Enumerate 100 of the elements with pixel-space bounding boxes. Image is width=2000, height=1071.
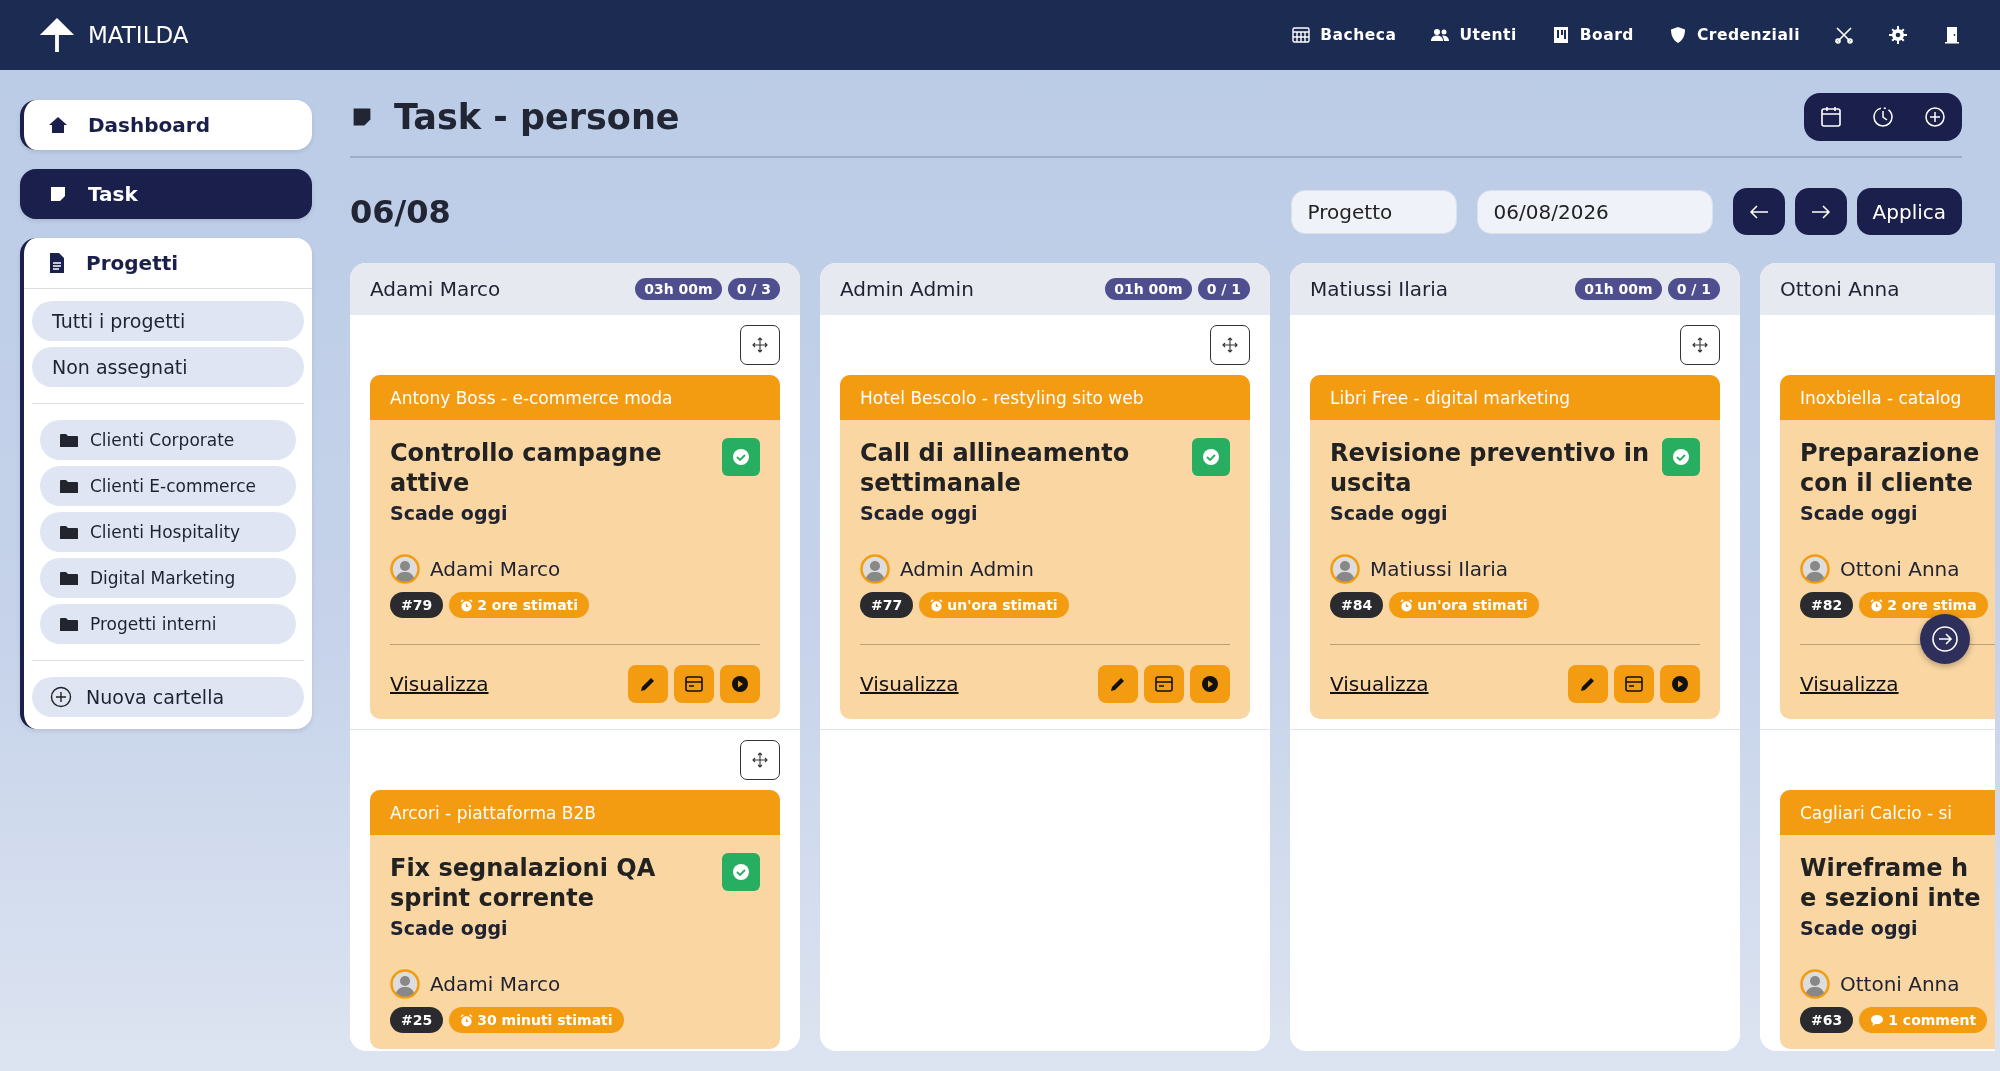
settings-icon[interactable]	[1888, 25, 1908, 45]
move-button[interactable]	[740, 740, 780, 780]
view-link[interactable]: Visualizza	[390, 672, 489, 696]
play-icon[interactable]	[1201, 675, 1219, 693]
right-arrow-icon[interactable]	[1810, 204, 1831, 219]
pencil-icon[interactable]	[639, 675, 657, 693]
alarm-clock-icon	[1870, 598, 1884, 612]
assignee-name: Ottoni Anna	[1840, 557, 1960, 581]
estimate-badge: 2 ore stima	[1859, 592, 1988, 618]
due-text: Scade oggi	[1800, 917, 1919, 939]
move-icon[interactable]	[1221, 336, 1239, 354]
document-icon	[48, 252, 66, 274]
calculator-icon[interactable]	[1291, 25, 1312, 45]
move-icon[interactable]	[751, 751, 769, 769]
task-title: Fix segnalazioni QA sprint corrente	[390, 853, 657, 913]
date-field[interactable]: 06/08/2026	[1476, 189, 1713, 234]
schedule-button[interactable]	[1614, 665, 1654, 703]
play-icon[interactable]	[731, 675, 749, 693]
hours-badge: 01h 00m	[1575, 278, 1662, 300]
home-icon[interactable]	[48, 115, 68, 135]
new-folder-button[interactable]: Nuova cartella	[32, 677, 304, 717]
task-id-badge: #25	[390, 1007, 444, 1033]
folder-icon[interactable]	[60, 570, 78, 586]
apply-button[interactable]: Applica	[1856, 188, 1962, 235]
folder-icon[interactable]	[60, 524, 78, 540]
due-text: Scade oggi	[860, 502, 979, 524]
avatar-icon	[1330, 554, 1360, 584]
assignee-name: Admin Admin	[900, 557, 1034, 581]
add-icon[interactable]	[50, 686, 72, 708]
folder-icon[interactable]	[60, 432, 78, 448]
view-link[interactable]: Visualizza	[860, 672, 959, 696]
avatar-icon	[1800, 969, 1830, 999]
count-badge: 0 / 1	[1197, 278, 1250, 300]
schedule-button[interactable]	[674, 665, 714, 703]
hours-badge: 03h 00m	[635, 278, 722, 300]
alarm-clock-icon	[1400, 598, 1414, 612]
comments-badge: 1 comment	[1859, 1007, 1988, 1033]
task-title: Controllo campagne attive	[390, 438, 663, 498]
left-arrow-icon[interactable]	[1748, 204, 1769, 219]
view-link[interactable]: Visualizza	[1330, 672, 1429, 696]
play-button[interactable]	[720, 665, 760, 703]
play-icon[interactable]	[1671, 675, 1689, 693]
move-button[interactable]	[1680, 325, 1720, 365]
play-button[interactable]	[1660, 665, 1700, 703]
avatar-icon	[390, 554, 420, 584]
avatar-icon	[390, 969, 420, 999]
folder-item[interactable]: Clienti Hospitality	[40, 512, 296, 552]
nav-link[interactable]: Utenti	[1430, 25, 1517, 45]
estimate-badge: un'ora stimati	[919, 592, 1069, 618]
door-icon[interactable]	[1942, 25, 1962, 45]
next-button[interactable]	[1794, 188, 1847, 235]
history-icon[interactable]	[1872, 106, 1894, 128]
due-text: Scade oggi	[390, 502, 509, 524]
assignee-name: Matiussi Ilaria	[1370, 557, 1509, 581]
alarm-clock-icon	[460, 598, 474, 612]
view-link[interactable]: Visualizza	[1800, 672, 1899, 696]
pencil-icon[interactable]	[1579, 675, 1597, 693]
comment-icon	[1870, 1013, 1885, 1027]
card-icon[interactable]	[1154, 675, 1174, 693]
folder-icon[interactable]	[60, 616, 78, 632]
edit-button[interactable]	[1568, 665, 1608, 703]
sidebar-item[interactable]: Task	[20, 169, 312, 219]
sidebar-item[interactable]: Dashboard	[20, 100, 312, 150]
avatar-icon	[860, 554, 890, 584]
filter-item[interactable]: Non assegnati	[32, 347, 304, 387]
task-title: Call di allineamento settimanale	[860, 438, 1131, 498]
task-id-badge: #77	[860, 592, 914, 618]
filter-item[interactable]: Tutti i progetti	[32, 301, 304, 341]
nav-link[interactable]: Bacheca	[1291, 25, 1397, 45]
card-icon[interactable]	[684, 675, 704, 693]
folder-item[interactable]: Progetti interni	[40, 604, 296, 644]
task-id-badge: #63	[1800, 1007, 1854, 1033]
schedule-button[interactable]	[1144, 665, 1184, 703]
folder-icon[interactable]	[60, 478, 78, 494]
nav-link[interactable]: Board	[1550, 25, 1634, 45]
folder-item[interactable]: Digital Marketing	[40, 558, 296, 598]
estimate-badge: un'ora stimati	[1389, 592, 1539, 618]
pencil-icon[interactable]	[1109, 675, 1127, 693]
project-field[interactable]: Progetto	[1290, 189, 1457, 234]
note-icon[interactable]	[48, 184, 68, 204]
folder-item[interactable]: Clienti E-commerce	[40, 466, 296, 506]
project-name: Inoxbiella - catalog	[1780, 375, 1995, 420]
nav-link[interactable]: Credenziali	[1667, 25, 1800, 45]
previous-button[interactable]	[1732, 188, 1785, 235]
move-button[interactable]	[740, 325, 780, 365]
move-icon[interactable]	[1691, 336, 1709, 354]
column-title: Ottoni Anna	[1780, 277, 1901, 301]
edit-button[interactable]	[1098, 665, 1138, 703]
calendar-icon[interactable]	[1820, 106, 1842, 128]
edit-button[interactable]	[628, 665, 668, 703]
play-button[interactable]	[1190, 665, 1230, 703]
column-title: Adami Marco	[370, 277, 502, 301]
move-button[interactable]	[1210, 325, 1250, 365]
tools-icon[interactable]	[1834, 25, 1854, 45]
task-title: Preparazione con il cliente	[1800, 438, 1980, 498]
move-icon[interactable]	[751, 336, 769, 354]
column-title: Admin Admin	[840, 277, 975, 301]
folder-item[interactable]: Clienti Corporate	[40, 420, 296, 460]
card-icon[interactable]	[1624, 675, 1644, 693]
alarm-clock-icon	[930, 598, 944, 612]
